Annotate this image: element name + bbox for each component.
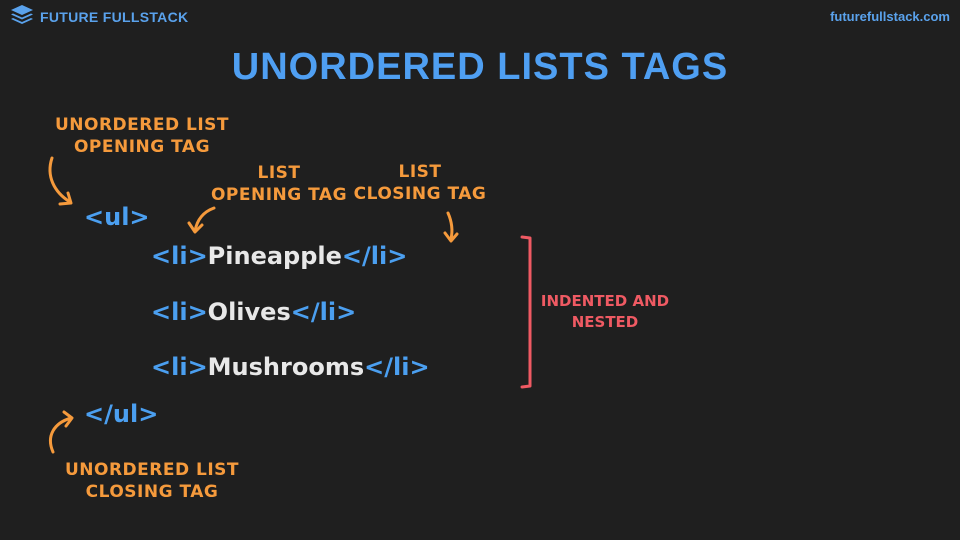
bracket-icon xyxy=(520,235,532,389)
curved-arrow-icon xyxy=(48,156,72,204)
curved-arrow-icon xyxy=(446,211,454,241)
annotation-arrows xyxy=(48,156,532,454)
